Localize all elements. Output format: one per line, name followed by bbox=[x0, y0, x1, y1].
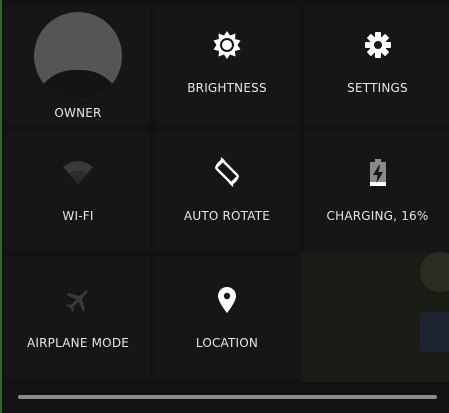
owner-tile[interactable]: OWNER bbox=[6, 4, 150, 126]
battery-charging-icon bbox=[369, 159, 386, 186]
background-widget bbox=[420, 252, 449, 292]
panel-drag-handle[interactable] bbox=[18, 395, 437, 399]
wifi-icon bbox=[63, 161, 93, 184]
settings-tile[interactable]: SETTINGS bbox=[304, 4, 449, 126]
owner-avatar bbox=[34, 12, 122, 100]
wifi-tile[interactable]: WI-FI bbox=[6, 131, 150, 251]
quick-settings-panel: OWNER BRIGHTNESS SETTINGS WI-FI AUTO ROT… bbox=[0, 0, 449, 413]
background-app-peek bbox=[300, 252, 449, 382]
settings-label: SETTINGS bbox=[347, 81, 408, 95]
brightness-tile[interactable]: BRIGHTNESS bbox=[155, 4, 299, 126]
avatar-shadow bbox=[34, 70, 122, 100]
battery-tile[interactable]: CHARGING, 16% bbox=[304, 131, 449, 251]
location-tile[interactable]: LOCATION bbox=[155, 256, 299, 380]
rotate-icon bbox=[215, 157, 239, 187]
airplane-mode-tile[interactable]: AIRPLANE MODE bbox=[6, 256, 150, 380]
location-label: LOCATION bbox=[195, 336, 259, 350]
wifi-label: WI-FI bbox=[62, 209, 94, 223]
airplane-icon bbox=[65, 290, 88, 313]
background-widget bbox=[420, 312, 449, 352]
airplane-mode-label: AIRPLANE MODE bbox=[26, 336, 130, 350]
brightness-icon bbox=[213, 31, 241, 59]
auto-rotate-tile[interactable]: AUTO ROTATE bbox=[155, 131, 299, 251]
location-pin-icon bbox=[218, 287, 236, 313]
gear-icon bbox=[364, 32, 391, 58]
brightness-label: BRIGHTNESS bbox=[187, 81, 267, 95]
auto-rotate-label: AUTO ROTATE bbox=[183, 209, 271, 223]
owner-label: OWNER bbox=[54, 106, 102, 120]
battery-label: CHARGING, 16% bbox=[326, 209, 429, 223]
